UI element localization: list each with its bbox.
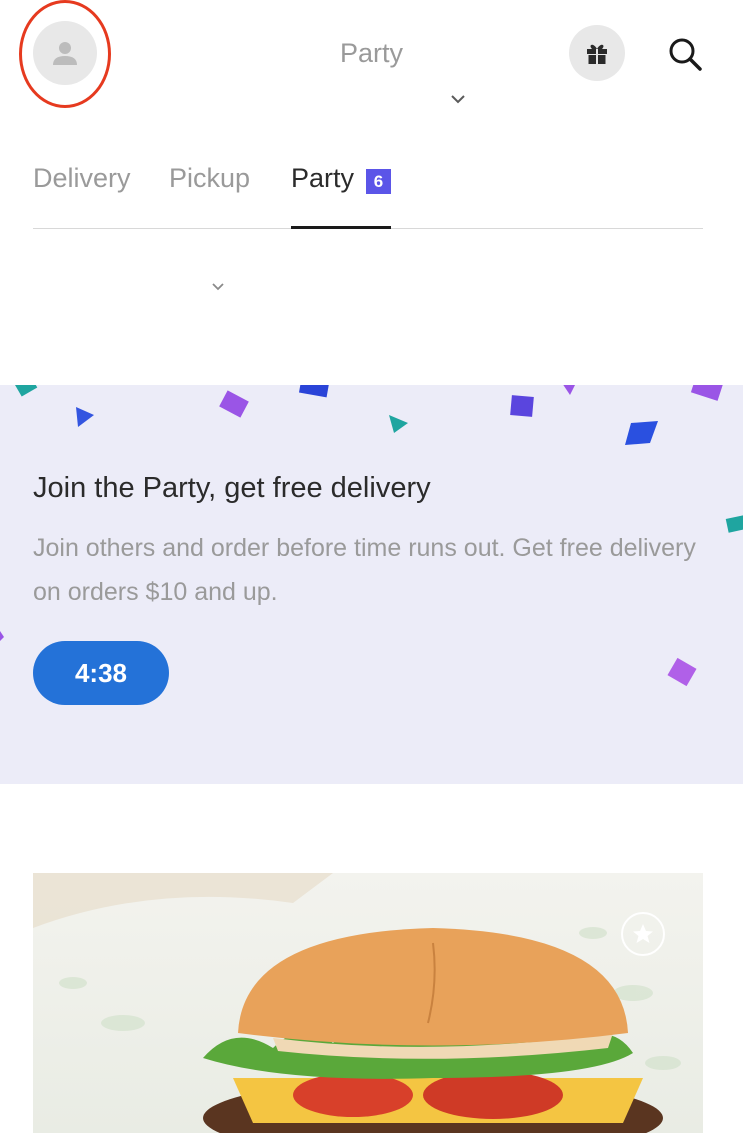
favorite-button[interactable] xyxy=(621,912,665,956)
star-icon xyxy=(633,924,653,943)
search-icon xyxy=(669,38,702,71)
location-title[interactable]: Party xyxy=(0,38,743,69)
gift-button[interactable] xyxy=(569,25,625,81)
burger-image xyxy=(33,873,681,1133)
search-button[interactable] xyxy=(662,31,708,77)
countdown-timer-button[interactable]: 4:38 xyxy=(33,641,169,705)
tab-pickup[interactable]: Pickup xyxy=(169,163,250,194)
chevron-down-icon[interactable] xyxy=(208,277,228,297)
party-count-badge: 6 xyxy=(366,169,391,194)
tab-party[interactable]: Party xyxy=(291,163,354,194)
banner-description: Join others and order before time runs o… xyxy=(33,534,696,606)
gift-icon xyxy=(587,44,607,64)
tab-delivery[interactable]: Delivery xyxy=(33,163,131,194)
active-tab-indicator xyxy=(291,226,391,229)
banner-title: Join the Party, get free delivery xyxy=(33,472,431,504)
chevron-down-icon[interactable] xyxy=(447,88,469,110)
restaurant-card-image[interactable] xyxy=(33,873,703,1133)
party-banner: Join the Party, get free delivery Join o… xyxy=(0,385,743,784)
